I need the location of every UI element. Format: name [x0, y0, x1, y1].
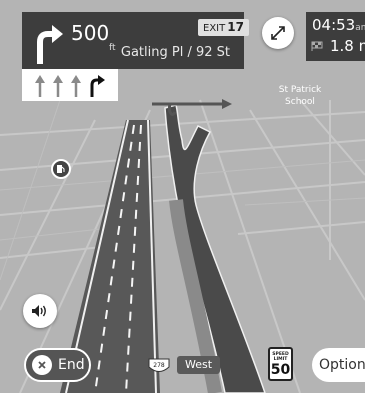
sound-button[interactable]	[23, 294, 57, 328]
street-name: Gatling Pl / 92 St	[120, 45, 230, 60]
poi-label: St Patrick School	[273, 84, 327, 108]
gas-station-icon[interactable]	[51, 159, 71, 179]
lane-straight-arrow-icon	[53, 75, 63, 97]
remaining-distance: 1.8 m	[330, 37, 365, 55]
arrival-time-value: 04:53	[312, 16, 356, 34]
end-label: End	[58, 357, 85, 373]
expand-icon	[271, 26, 285, 40]
exit-badge: EXIT 17	[198, 19, 249, 36]
guidance-header: 500 ft EXIT 17 Gatling Pl / 92 St	[22, 12, 249, 69]
speed-limit-value: 50	[270, 362, 291, 378]
route-number: 278	[153, 362, 165, 369]
lane-turn-right-arrow-icon	[90, 75, 105, 97]
options-label: Options	[319, 357, 365, 373]
turn-guidance-panel[interactable]: 500 ft EXIT 17 Gatling Pl / 92 St	[22, 12, 249, 101]
options-button[interactable]: Options	[312, 348, 365, 382]
speed-limit-sign: SPEED LIMIT 50	[268, 347, 293, 381]
navigation-screen: 500 ft EXIT 17 Gatling Pl / 92 St 04:53a…	[0, 0, 365, 393]
lane-straight-arrow-icon	[71, 75, 81, 97]
direction-badge: West	[177, 356, 221, 374]
arrival-time: 04:53am	[312, 16, 365, 34]
speed-limit-caption: SPEED LIMIT	[272, 352, 289, 362]
end-navigation-button[interactable]: End	[24, 348, 91, 382]
speaker-icon	[32, 305, 46, 317]
exit-label: EXIT	[203, 23, 226, 34]
expand-view-button[interactable]	[262, 17, 294, 49]
exit-number: 17	[227, 20, 244, 34]
poi-label-line1: St Patrick	[278, 85, 322, 95]
eta-panel[interactable]: 04:53am 1.8 m	[306, 12, 365, 61]
close-icon	[32, 355, 52, 375]
fuel-pump-icon	[57, 165, 65, 173]
arrival-ampm: am	[355, 23, 365, 33]
distance-unit: ft	[109, 43, 116, 53]
lane-guidance	[22, 69, 118, 101]
poi-label-line2: School	[285, 97, 315, 107]
checkered-flag-icon	[311, 41, 323, 51]
lane-straight-arrow-icon	[35, 75, 45, 97]
distance-value: 500	[71, 21, 110, 45]
route-shield-icon: 278	[148, 358, 170, 372]
turn-right-arrow-icon	[37, 25, 63, 64]
